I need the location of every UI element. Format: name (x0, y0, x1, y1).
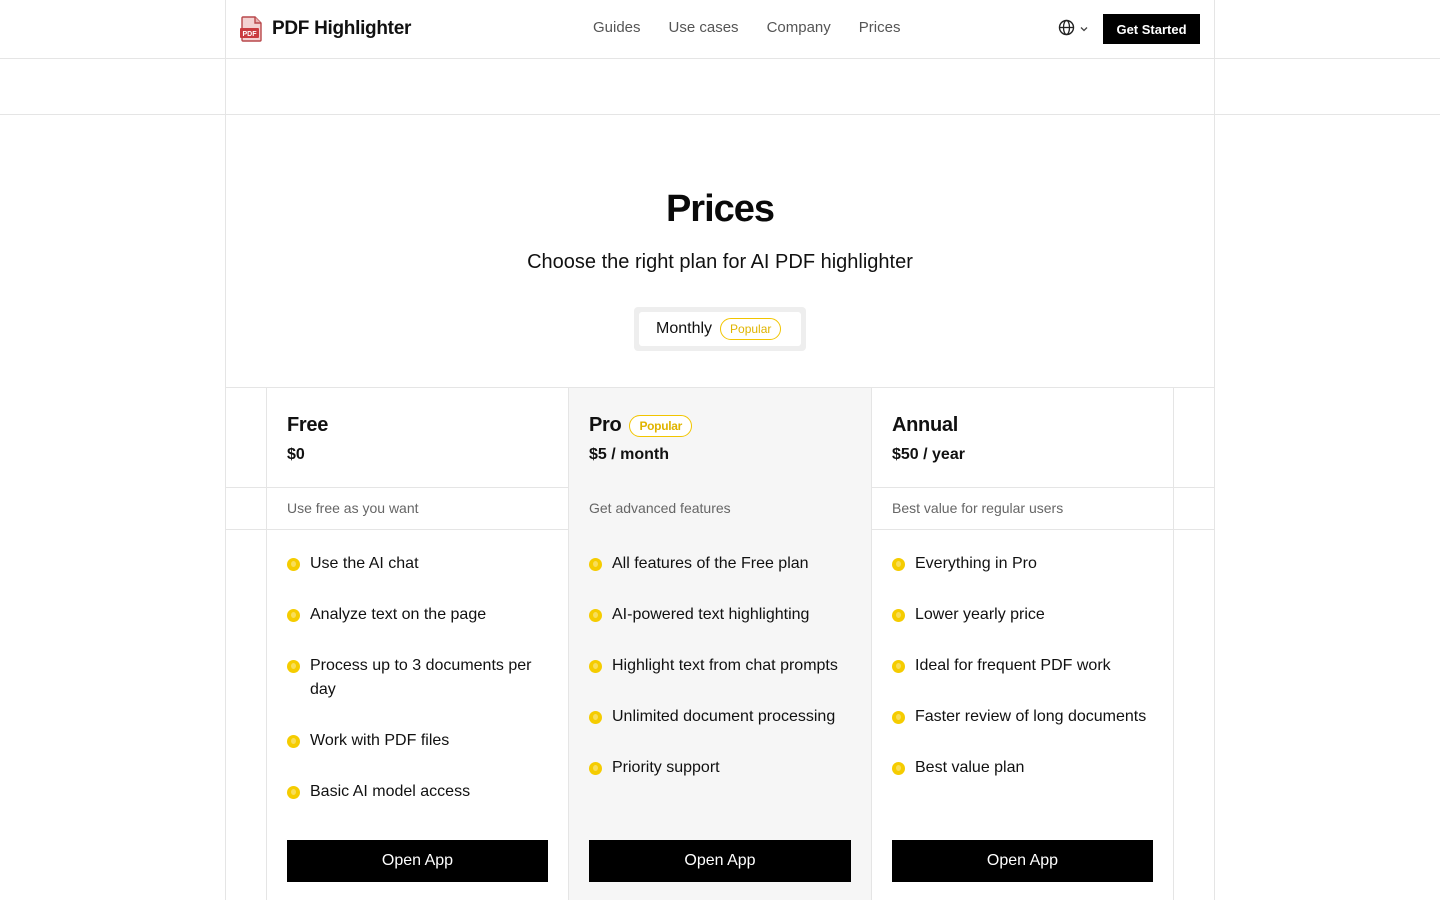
bullet-dot-icon (892, 711, 905, 724)
plan-name-label: Annual (892, 414, 958, 436)
bullet-dot-icon (892, 762, 905, 775)
feature-text: Highlight text from chat prompts (612, 657, 838, 674)
plan-price: $50 / year (892, 446, 965, 463)
chevron-down-icon (1079, 21, 1089, 39)
main-nav: Guides Use cases Company Prices (593, 19, 900, 36)
feature-list: All features of the Free plan AI-powered… (589, 552, 859, 807)
feature-item: Best value plan (892, 756, 1162, 780)
feature-list: Use the AI chat Analyze text on the page… (287, 552, 557, 831)
plan-name: Free (287, 414, 328, 437)
feature-text: Unlimited document processing (612, 708, 836, 725)
feature-item: Process up to 3 documents per day (287, 654, 557, 702)
bullet-dot-icon (589, 558, 602, 571)
feature-text: Ideal for frequent PDF work (915, 657, 1111, 674)
pdf-file-icon: PDF (240, 16, 264, 42)
page-subtitle: Choose the right plan for AI PDF highlig… (527, 251, 913, 273)
open-app-button-annual[interactable]: Open App (892, 840, 1153, 882)
feature-item: Unlimited document processing (589, 705, 859, 729)
page-title: Prices (665, 188, 775, 230)
nav-company[interactable]: Company (767, 19, 831, 36)
plan-description: Best value for regular users (892, 500, 1064, 516)
feature-text: Priority support (612, 759, 720, 776)
feature-item: Basic AI model access (287, 780, 557, 804)
plan-card-annual: Annual $50 / year Best value for regular… (872, 388, 1174, 900)
feature-text: Basic AI model access (310, 783, 471, 800)
feature-item: Lower yearly price (892, 603, 1162, 627)
feature-text: All features of the Free plan (612, 555, 809, 572)
bullet-dot-icon (589, 609, 602, 622)
language-selector[interactable] (1058, 19, 1089, 41)
feature-item: Ideal for frequent PDF work (892, 654, 1162, 678)
bullet-dot-icon (589, 660, 602, 673)
billing-toggle: Monthly Popular (634, 307, 806, 351)
nav-prices[interactable]: Prices (859, 19, 901, 36)
feature-item: Analyze text on the page (287, 603, 557, 627)
plan-card-pro: Pro Popular $5 / month Get advanced feat… (569, 388, 871, 900)
billing-option-monthly[interactable]: Monthly Popular (639, 312, 801, 346)
plan-description: Get advanced features (589, 500, 731, 516)
feature-item: Work with PDF files (287, 729, 557, 753)
bullet-dot-icon (892, 609, 905, 622)
logo-icon-label: PDF (243, 31, 258, 38)
feature-text: Best value plan (915, 759, 1025, 776)
plan-name-label: Free (287, 414, 329, 436)
feature-text: Faster review of long documents (915, 708, 1147, 725)
get-started-button[interactable]: Get Started (1103, 14, 1200, 44)
open-app-button-free[interactable]: Open App (287, 840, 548, 882)
frame-line-right (1214, 0, 1215, 900)
bullet-dot-icon (287, 609, 300, 622)
bullet-dot-icon (589, 762, 602, 775)
bullet-dot-icon (892, 660, 905, 673)
feature-item: Faster review of long documents (892, 705, 1162, 729)
bullet-dot-icon (287, 786, 300, 799)
feature-item: Everything in Pro (892, 552, 1162, 576)
feature-item: Priority support (589, 756, 859, 780)
feature-text: AI-powered text highlighting (612, 606, 810, 623)
billing-option-label: Monthly (656, 320, 713, 337)
feature-text: Process up to 3 documents per day (310, 657, 532, 698)
feature-text: Lower yearly price (915, 606, 1045, 623)
popular-badge: Popular (720, 318, 782, 340)
logo[interactable]: PDF PDF Highlighter (240, 16, 411, 42)
nav-use-cases[interactable]: Use cases (669, 19, 739, 36)
globe-icon (1058, 19, 1075, 41)
open-app-button-pro[interactable]: Open App (589, 840, 851, 882)
plan-name-label: Pro (589, 414, 622, 436)
frame-line-left (225, 0, 226, 900)
bullet-dot-icon (287, 660, 300, 673)
bullet-dot-icon (287, 735, 300, 748)
feature-item: AI-powered text highlighting (589, 603, 859, 627)
feature-item: All features of the Free plan (589, 552, 859, 576)
popular-badge: Popular (629, 414, 693, 437)
feature-list: Everything in Pro Lower yearly price Ide… (892, 552, 1162, 807)
header-divider (0, 58, 1440, 59)
feature-item: Highlight text from chat prompts (589, 654, 859, 678)
feature-text: Work with PDF files (310, 732, 450, 749)
feature-text: Everything in Pro (915, 555, 1037, 572)
nav-guides[interactable]: Guides (593, 19, 641, 36)
plan-description: Use free as you want (287, 500, 419, 516)
bullet-dot-icon (287, 558, 300, 571)
plan-price: $5 / month (589, 446, 670, 463)
bullet-dot-icon (589, 711, 602, 724)
logo-text: PDF Highlighter (272, 18, 412, 39)
plan-card-free: Free $0 Use free as you want Use the AI … (267, 388, 569, 900)
feature-text: Analyze text on the page (310, 606, 487, 623)
plan-name: Annual (892, 414, 958, 437)
feature-text: Use the AI chat (310, 555, 419, 572)
plan-price: $0 (287, 446, 305, 463)
feature-item: Use the AI chat (287, 552, 557, 576)
section-divider (0, 114, 1440, 115)
bullet-dot-icon (892, 558, 905, 571)
site-header: PDF PDF Highlighter Guides Use cases Com… (226, 0, 1214, 58)
plan-name: Pro Popular (589, 414, 693, 437)
